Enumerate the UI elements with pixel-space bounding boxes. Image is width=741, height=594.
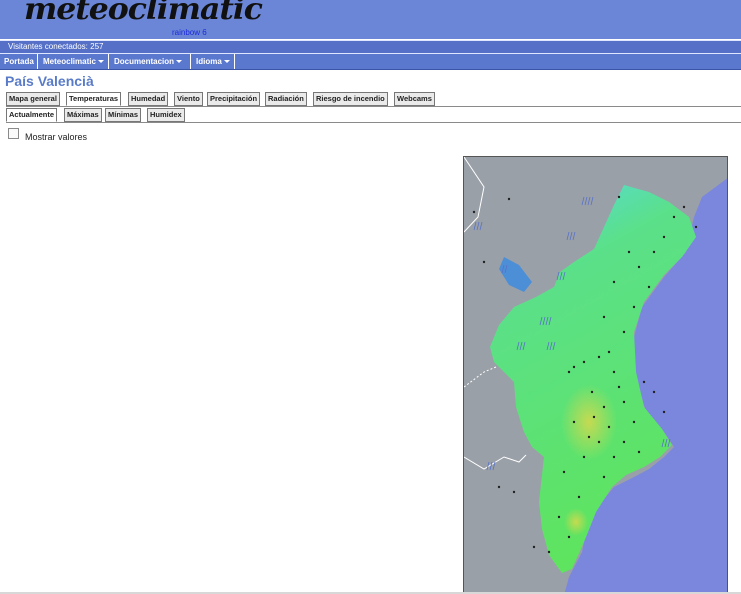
sub-tabs: Actualmente Máximas Mínimas Humidex [6, 108, 741, 123]
main-nav: Portada Meteoclimatic Documentacion Idio… [0, 53, 741, 70]
nav-idioma-label: Idioma [196, 57, 222, 66]
site-header: meteoclimatic rainbow 6 [0, 0, 741, 39]
subtab-maximas[interactable]: Máximas [64, 108, 102, 122]
nav-documentacion[interactable]: Documentacion [110, 54, 191, 69]
tab-mapa-general[interactable]: Mapa general [6, 92, 60, 106]
tab-riesgo-incendio[interactable]: Riesgo de incendio [313, 92, 388, 106]
visitors-bar: Visitantes conectados: 257 [0, 40, 741, 53]
nav-meteoclimatic-label: Meteoclimatic [43, 57, 96, 66]
temperature-map[interactable] [463, 156, 728, 594]
show-values-checkbox[interactable] [8, 128, 19, 139]
main-tabs: Mapa general Temperaturas Humedad Viento… [6, 92, 741, 107]
tab-viento[interactable]: Viento [174, 92, 203, 106]
tab-webcams[interactable]: Webcams [394, 92, 435, 106]
subtab-humidex[interactable]: Humidex [147, 108, 185, 122]
visitors-count: Visitantes conectados: 257 [8, 42, 104, 51]
site-logo[interactable]: meteoclimatic [24, 0, 263, 27]
nav-meteoclimatic[interactable]: Meteoclimatic [39, 54, 109, 69]
subtab-minimas[interactable]: Mínimas [105, 108, 142, 122]
chevron-down-icon [223, 60, 230, 64]
chevron-down-icon [97, 60, 104, 64]
chevron-down-icon [176, 60, 183, 64]
nav-portada[interactable]: Portada [0, 54, 38, 69]
nav-idioma[interactable]: Idioma [192, 54, 235, 69]
tab-radiacion[interactable]: Radiación [265, 92, 307, 106]
page-title: País Valencià [5, 73, 94, 89]
subtab-actualmente[interactable]: Actualmente [6, 108, 58, 122]
nav-portada-label: Portada [4, 57, 34, 66]
warm-area [561, 384, 617, 460]
show-values-label: Mostrar valores [25, 132, 88, 142]
tab-temperaturas[interactable]: Temperaturas [66, 92, 122, 106]
nav-documentacion-label: Documentacion [114, 57, 175, 66]
version-label: rainbow 6 [172, 28, 207, 37]
warm-area [564, 508, 588, 536]
tab-humedad[interactable]: Humedad [128, 92, 169, 106]
tab-precipitacion[interactable]: Precipitación [207, 92, 261, 106]
map-svg [464, 157, 727, 593]
